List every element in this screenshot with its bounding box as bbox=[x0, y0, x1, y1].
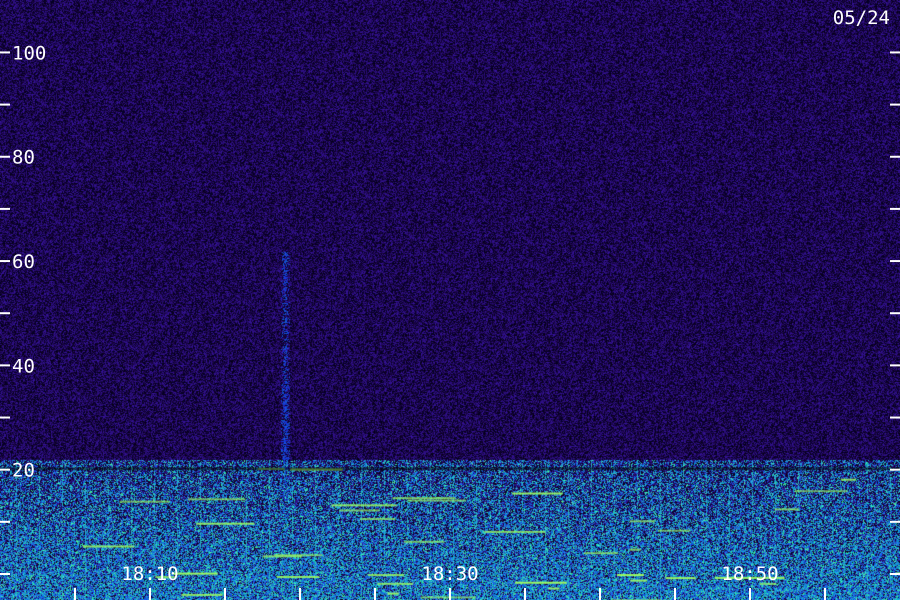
y-tick-label: 40 bbox=[12, 355, 35, 377]
y-axis: 20 40 60 80 100 bbox=[0, 42, 900, 575]
x-axis: 18:10 18:30 18:50 bbox=[74, 563, 826, 600]
x-tick-label: 18:50 bbox=[721, 563, 778, 585]
y-tick-label: 100 bbox=[12, 42, 46, 64]
y-tick-label: 20 bbox=[12, 460, 35, 482]
axis-overlay: 20 40 60 80 100 18:10 18:30 18:50 05/24 bbox=[0, 7, 900, 600]
x-tick-label: 18:30 bbox=[421, 563, 478, 585]
y-tick-label: 80 bbox=[12, 147, 35, 169]
date-label: 05/24 bbox=[833, 7, 890, 29]
x-tick-label: 18:10 bbox=[121, 563, 178, 585]
y-tick-label: 60 bbox=[12, 251, 35, 273]
